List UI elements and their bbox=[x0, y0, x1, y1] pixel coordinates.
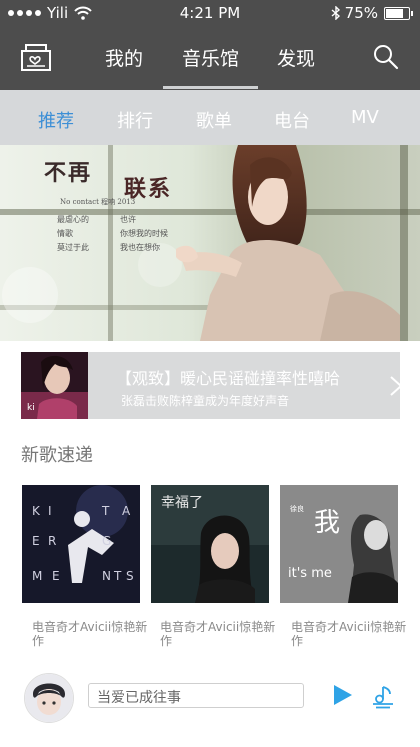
album-caption[interactable]: 电音奇才Avicii惊艳新作 bbox=[160, 620, 278, 648]
album-artwork: 幸福了 bbox=[151, 485, 269, 603]
album-cover[interactable]: 幸福了 bbox=[151, 485, 269, 603]
subtab-charts[interactable]: 排行 bbox=[117, 107, 153, 133]
top-nav-bar: 我的 音乐馆 发现 bbox=[0, 26, 420, 90]
album-cover-text: it's me bbox=[288, 566, 332, 581]
album-cover-letter: A bbox=[122, 504, 131, 518]
battery-level bbox=[386, 8, 403, 18]
album-cover-letter: M bbox=[32, 569, 42, 583]
search-icon[interactable] bbox=[372, 43, 400, 71]
tab-music-hall[interactable]: 音乐馆 bbox=[182, 44, 239, 71]
album-cover-letter: E bbox=[32, 534, 40, 548]
album-cover-letter: I bbox=[48, 504, 52, 518]
promo-thumbnail: ki bbox=[21, 352, 88, 419]
lyric-line: 莫过于此 bbox=[57, 243, 89, 252]
lyric-line: 你想我的时候 bbox=[120, 229, 168, 238]
battery-icon bbox=[384, 6, 413, 20]
lyric-line: 最虐心的 bbox=[57, 215, 89, 224]
album-cover-letter: N bbox=[102, 569, 111, 583]
status-bar: Yili 4:21 PM 75% bbox=[0, 0, 420, 26]
album-cover-artist: 徐良 bbox=[290, 504, 304, 513]
album-artwork: K I T A E R G M E N T S bbox=[22, 485, 140, 603]
battery-percent: 75% bbox=[344, 4, 378, 22]
promo-artwork: ki bbox=[21, 352, 88, 419]
album-cover-letter: K bbox=[32, 504, 41, 518]
avatar[interactable] bbox=[24, 673, 74, 723]
album-caption[interactable]: 电音奇才Avicii惊艳新作 bbox=[291, 620, 409, 648]
promo-title: 【观致】暖心民谣碰撞率性嘻哈 bbox=[116, 369, 341, 388]
album-cover-letter: T bbox=[113, 569, 122, 583]
subtab-radio[interactable]: 电台 bbox=[274, 107, 310, 133]
tab-mine[interactable]: 我的 bbox=[105, 44, 143, 71]
sub-tabs: 推荐 排行 歌单 电台 MV bbox=[0, 90, 420, 145]
lyric-line: 我也在想你 bbox=[120, 243, 160, 252]
status-right: 75% bbox=[331, 4, 413, 22]
album-cover[interactable]: 我 it's me 徐良 bbox=[280, 485, 398, 603]
album-cover-letter: T bbox=[101, 504, 110, 518]
nav-tabs: 我的 音乐馆 发现 bbox=[0, 26, 420, 90]
album-cover-letter: S bbox=[126, 569, 134, 583]
bluetooth-icon bbox=[331, 6, 340, 20]
music-queue-icon[interactable] bbox=[370, 683, 396, 709]
banner-title-left: 不再 bbox=[44, 160, 93, 186]
chevron-right-icon[interactable] bbox=[389, 375, 403, 397]
subtab-mv[interactable]: MV bbox=[351, 107, 379, 128]
album-cover-letter: R bbox=[48, 534, 56, 548]
album-cover[interactable]: K I T A E R G M E N T S bbox=[22, 485, 140, 603]
play-icon[interactable] bbox=[333, 684, 353, 706]
mini-player: 当爱已成往事 bbox=[0, 667, 420, 747]
lyric-line: 也许 bbox=[120, 215, 136, 224]
album-cover-title: 我 bbox=[314, 508, 340, 538]
promo-card[interactable]: ki 【观致】暖心民谣碰撞率性嘻哈 张磊击败陈梓童成为年度好声音 bbox=[21, 352, 403, 419]
section-title-new-songs: 新歌速递 bbox=[21, 445, 93, 466]
album-cover-letter: G bbox=[102, 534, 111, 548]
banner-lyrics-right: 也许 你想我的时候 我也在想你 bbox=[120, 213, 168, 255]
now-playing-track[interactable]: 当爱已成往事 bbox=[88, 683, 304, 708]
album-cover-letter: E bbox=[52, 569, 60, 583]
subtab-playlists[interactable]: 歌单 bbox=[196, 107, 232, 133]
featured-banner[interactable]: 不再 联系 No contact 程响 2013 最虐心的 情歌 莫过于此 也许… bbox=[0, 145, 420, 341]
banner-subtitle: No contact 程响 2013 bbox=[60, 198, 136, 206]
album-cover-title: 幸福了 bbox=[161, 495, 203, 511]
album-artwork: 我 it's me 徐良 bbox=[280, 485, 398, 603]
svg-text:ki: ki bbox=[27, 403, 35, 413]
active-tab-indicator bbox=[163, 86, 258, 89]
promo-subtitle: 张磊击败陈梓童成为年度好声音 bbox=[121, 394, 290, 408]
subtab-recommend[interactable]: 推荐 bbox=[38, 107, 74, 133]
album-caption[interactable]: 电音奇才Avicii惊艳新作 bbox=[32, 620, 150, 648]
avatar-image bbox=[25, 674, 73, 722]
banner-lyrics-left: 最虐心的 情歌 莫过于此 bbox=[57, 213, 89, 255]
tab-discover[interactable]: 发现 bbox=[277, 44, 315, 71]
lyric-line: 情歌 bbox=[57, 229, 73, 238]
